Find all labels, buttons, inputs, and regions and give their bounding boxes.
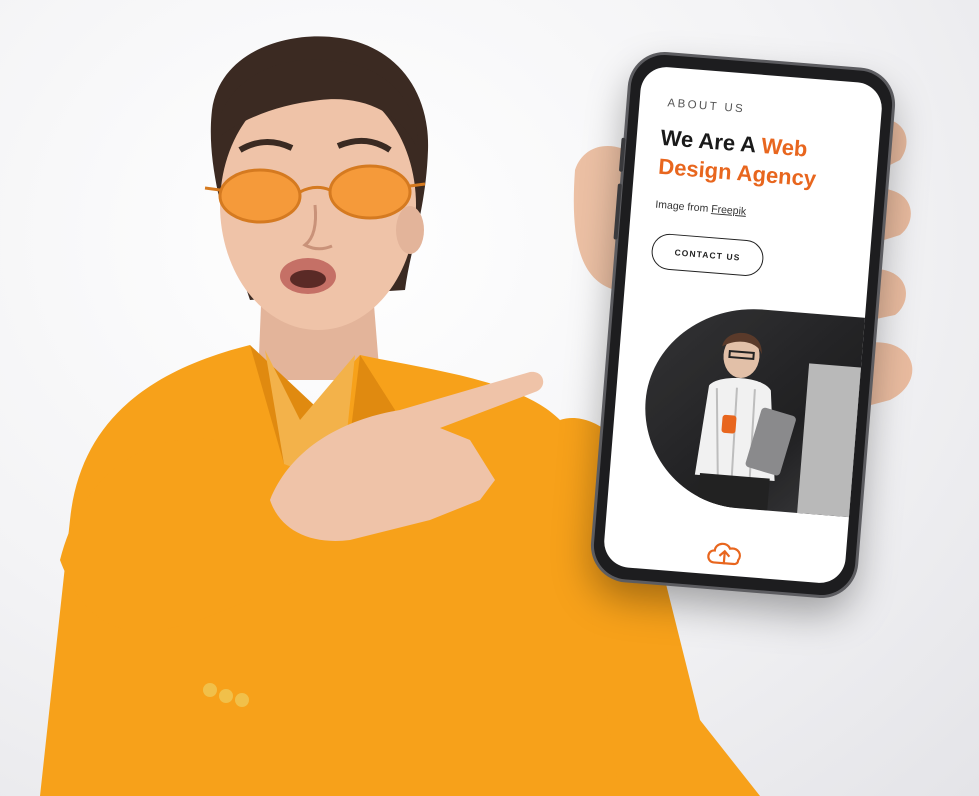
sunglasses-left-lens bbox=[218, 168, 302, 224]
headline-accent1: Web bbox=[760, 132, 809, 162]
contact-us-button[interactable]: CONTACT US bbox=[650, 232, 765, 278]
sunglasses-right-lens bbox=[328, 164, 412, 220]
office-woman-photo bbox=[637, 300, 884, 520]
phone-screen: ABOUT US We Are A Web Design Agency Imag… bbox=[602, 65, 884, 585]
headline-part1: We Are A bbox=[659, 124, 763, 158]
image-credit: Image from Freepik bbox=[655, 199, 747, 218]
smartphone: ABOUT US We Are A Web Design Agency Imag… bbox=[591, 52, 895, 598]
cloud-upload-icon[interactable] bbox=[704, 536, 746, 569]
freepik-link[interactable]: Freepik bbox=[711, 203, 747, 218]
section-label: ABOUT US bbox=[667, 97, 746, 116]
credit-prefix: Image from bbox=[654, 198, 712, 216]
promo-scene: ABOUT US We Are A Web Design Agency Imag… bbox=[0, 0, 979, 796]
headline: We Are A Web Design Agency bbox=[657, 123, 871, 198]
hero-photo bbox=[637, 300, 884, 520]
